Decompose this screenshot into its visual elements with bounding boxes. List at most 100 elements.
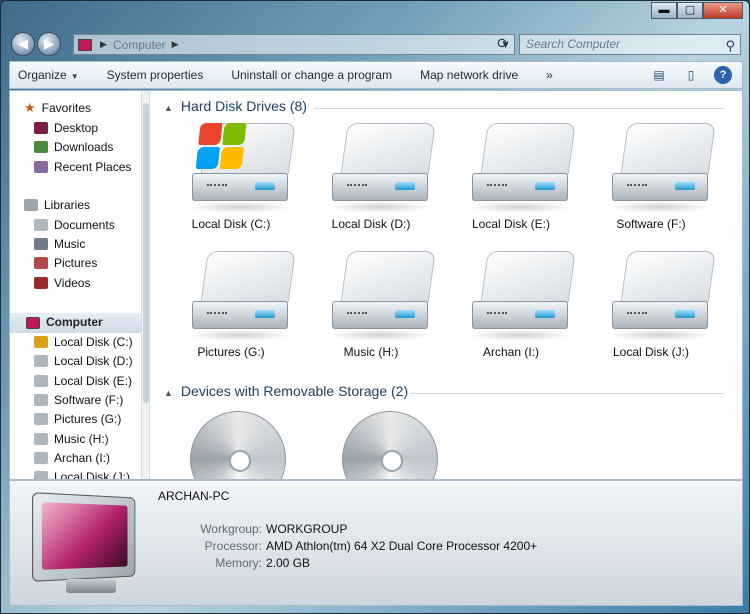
drive-icon — [34, 375, 48, 387]
workgroup-value: WORKGROUP — [266, 522, 348, 536]
nav-videos[interactable]: Videos — [34, 274, 90, 292]
dvd-drive-icon — [190, 411, 286, 479]
explorer-window: ▬ ▢ ✕ ◀ ▶ ▶ Computer ▶ ▼ ⟳ Search Comput… — [0, 0, 750, 614]
nav-music[interactable]: Music — [34, 235, 85, 253]
nav-documents[interactable]: Documents — [34, 216, 115, 234]
processor-label: Processor: — [204, 539, 262, 553]
address-row: ◀ ▶ ▶ Computer ▶ ▼ ⟳ Search Computer ⚲ — [1, 29, 749, 59]
memory-row: Memory: 2.00 GB — [158, 555, 578, 571]
back-button[interactable]: ◀ — [11, 32, 35, 56]
change-view-icon[interactable]: ▤ — [650, 66, 668, 84]
refresh-icon[interactable]: ⟳ — [493, 35, 513, 53]
command-bar: Organize ▼ System properties Uninstall or… — [9, 61, 743, 89]
drive-tile-i[interactable]: Archan (I:) — [446, 247, 576, 365]
nav-drive-f[interactable]: Software (F:) — [34, 391, 123, 409]
nav-drive-h[interactable]: Music (H:) — [34, 430, 109, 448]
hard-drive-icon — [328, 123, 436, 213]
pictures-icon — [34, 257, 48, 269]
drive-label: Archan (I:) — [482, 345, 539, 359]
details-pane: ARCHAN-PC Workgroup: WORKGROUP Processor… — [9, 480, 743, 606]
search-icon[interactable]: ⚲ — [725, 36, 735, 55]
star-icon: ★ — [24, 100, 36, 115]
preview-pane-icon[interactable]: ▯ — [682, 66, 700, 84]
hard-drive-icon — [188, 251, 296, 341]
drive-tile-d[interactable]: Local Disk (D:) — [306, 119, 436, 237]
hard-drive-icon — [468, 123, 576, 213]
hard-drive-icon — [328, 251, 436, 341]
nav-drive-e[interactable]: Local Disk (E:) — [34, 372, 132, 390]
content-pane: ▲ Hard Disk Drives (8) Local Disk (C:) Lo… — [158, 91, 732, 479]
address-bar[interactable]: ▶ Computer ▶ ▼ — [73, 34, 515, 55]
drive-tile-c[interactable]: Local Disk (C:) — [166, 119, 296, 237]
drive-tile-h[interactable]: Music (H:) — [306, 247, 436, 365]
close-button[interactable]: ✕ — [703, 2, 743, 19]
nav-drive-g[interactable]: Pictures (G:) — [34, 410, 121, 428]
computer-icon — [78, 38, 92, 51]
drive-label: Music (H:) — [343, 345, 399, 359]
drive-icon — [34, 413, 48, 425]
nav-drive-j[interactable]: Local Disk (J:) — [34, 468, 130, 479]
maximize-button[interactable]: ▢ — [677, 2, 703, 19]
system-properties-button[interactable]: System properties — [107, 68, 204, 82]
search-input[interactable]: Search Computer ⚲ — [519, 34, 741, 55]
breadcrumb-computer[interactable]: Computer — [113, 38, 166, 52]
drive-label: Software (F:) — [616, 217, 686, 231]
drive-icon — [34, 336, 48, 348]
workgroup-row: Workgroup: WORKGROUP — [158, 521, 578, 537]
nav-drive-d[interactable]: Local Disk (D:) — [34, 352, 133, 370]
drive-tile-e[interactable]: Local Disk (E:) — [446, 119, 576, 237]
nav-libraries[interactable]: Libraries — [24, 196, 90, 214]
drive-label: Local Disk (D:) — [331, 217, 411, 231]
drive-tile-j[interactable]: Local Disk (J:) — [586, 247, 716, 365]
nav-computer[interactable]: Computer — [10, 313, 141, 333]
uninstall-program-button[interactable]: Uninstall or change a program — [231, 68, 392, 82]
cd-stack-icon — [342, 411, 438, 479]
breadcrumb-separator-icon[interactable]: ▶ — [100, 39, 107, 50]
breadcrumb-arrow-icon[interactable]: ▶ — [172, 39, 179, 50]
title-bar: ▬ ▢ ✕ — [1, 1, 749, 25]
nav-scroll-thumb[interactable] — [143, 103, 149, 403]
nav-pictures[interactable]: Pictures — [34, 254, 97, 272]
removable-device-1[interactable] — [166, 381, 296, 479]
drive-tile-f[interactable]: Software (F:) — [586, 119, 716, 237]
nav-drive-i[interactable]: Archan (I:) — [34, 449, 110, 467]
windows-logo-icon — [193, 121, 250, 173]
removable-device-2[interactable] — [306, 381, 438, 479]
more-commands-button[interactable]: » — [546, 68, 553, 82]
hard-drive-icon — [608, 251, 716, 341]
organize-button[interactable]: Organize ▼ — [18, 68, 79, 82]
processor-value: AMD Athlon(tm) 64 X2 Dual Core Processor… — [266, 539, 538, 553]
drive-icon — [34, 452, 48, 464]
caption-buttons: ▬ ▢ ✕ — [651, 2, 743, 19]
drive-tile-g[interactable]: Pictures (G:) — [166, 247, 296, 365]
downloads-icon — [34, 141, 48, 153]
hard-drive-icon — [188, 121, 296, 213]
nav-drive-c[interactable]: Local Disk (C:) — [34, 333, 133, 351]
hard-drive-icon — [468, 251, 576, 341]
drive-icon — [34, 471, 48, 479]
memory-label: Memory: — [215, 556, 262, 570]
computer-monitor-icon — [28, 487, 152, 599]
nav-scrollbar[interactable] — [141, 91, 149, 479]
drive-label: Pictures (G:) — [197, 345, 265, 359]
minimize-button[interactable]: ▬ — [651, 2, 677, 19]
nav-recent-places[interactable]: Recent Places — [34, 158, 131, 176]
navigation-pane: ★ Favorites Desktop Downloads Recent Plac… — [10, 91, 150, 479]
nav-desktop[interactable]: Desktop — [34, 119, 98, 137]
nav-downloads[interactable]: Downloads — [34, 138, 113, 156]
group-divider — [314, 108, 724, 109]
map-network-drive-button[interactable]: Map network drive — [420, 68, 518, 82]
drive-icon — [34, 433, 48, 445]
hard-disks-group-header[interactable]: ▲ Hard Disk Drives (8) — [164, 98, 307, 118]
documents-icon — [34, 219, 48, 231]
computer-icon — [26, 317, 40, 329]
help-icon[interactable]: ? — [714, 66, 732, 84]
workgroup-label: Workgroup: — [200, 522, 262, 536]
drive-icon — [34, 394, 48, 406]
processor-row: Processor: AMD Athlon(tm) 64 X2 Dual Cor… — [158, 538, 578, 554]
memory-value: 2.00 GB — [266, 556, 311, 570]
nav-favorites[interactable]: ★ Favorites — [24, 99, 91, 117]
collapse-icon[interactable]: ▲ — [164, 103, 173, 113]
forward-button[interactable]: ▶ — [37, 32, 61, 56]
group-divider — [410, 393, 724, 394]
